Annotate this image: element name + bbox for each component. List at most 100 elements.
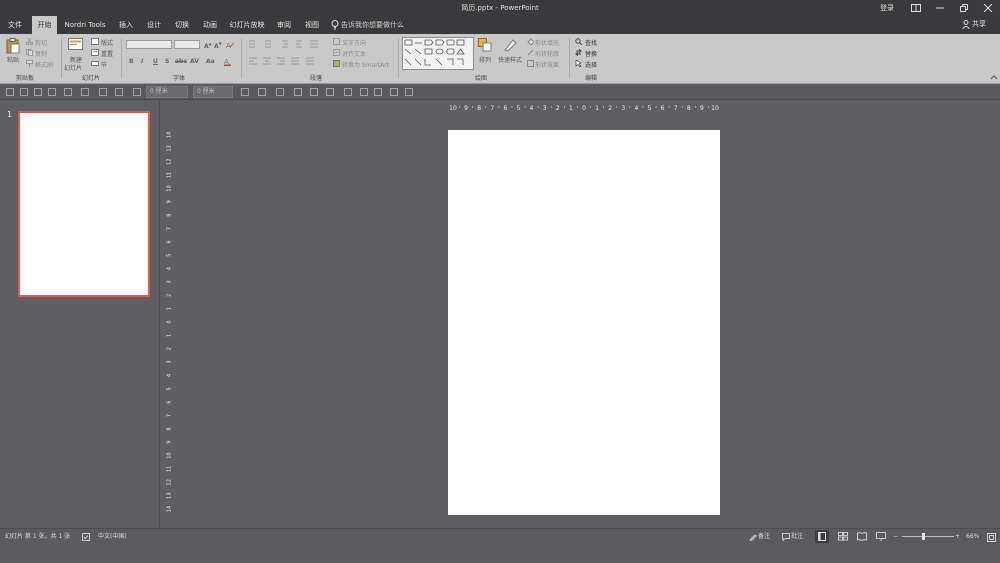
- shape-fill-button[interactable]: 形状填充: [535, 38, 559, 47]
- grow-font-icon[interactable]: A▲: [204, 41, 212, 50]
- convert-smartart-button[interactable]: 转换为 SmartArt: [342, 60, 389, 69]
- italic-button[interactable]: I: [141, 58, 143, 65]
- underline-button[interactable]: U: [153, 58, 158, 65]
- character-spacing-button[interactable]: AV: [190, 58, 199, 65]
- minimize-icon[interactable]: [928, 0, 952, 16]
- normal-view-icon[interactable]: [815, 530, 829, 543]
- eraser-icon[interactable]: [293, 87, 303, 97]
- format-painter-button[interactable]: 格式刷: [35, 60, 53, 69]
- shapes-gallery[interactable]: [402, 37, 474, 70]
- copy-button[interactable]: 复制: [35, 49, 47, 58]
- slide-sorter-icon[interactable]: [838, 532, 848, 541]
- ruler-tick-label: 4: [634, 105, 638, 112]
- fill-color-icon[interactable]: [114, 87, 124, 97]
- shadow-button[interactable]: S: [165, 58, 169, 65]
- circle-icon[interactable]: [389, 87, 399, 97]
- zoom-in-button[interactable]: +: [955, 532, 960, 542]
- tab-transitions[interactable]: 切换: [170, 16, 194, 34]
- section-button[interactable]: 节: [101, 60, 107, 69]
- align-icon[interactable]: [33, 87, 43, 97]
- tab-nordri-tools[interactable]: Nordri Tools: [62, 16, 108, 34]
- font-color-icon[interactable]: A: [224, 57, 232, 66]
- cut-button[interactable]: 剪切: [35, 38, 47, 47]
- more-icon[interactable]: [404, 87, 414, 97]
- slide-canvas[interactable]: [448, 130, 720, 515]
- collapse-ribbon-icon[interactable]: [990, 74, 998, 80]
- send-backward-icon[interactable]: [80, 87, 90, 97]
- share-button[interactable]: 共享: [962, 17, 994, 32]
- font-size-dropdown[interactable]: [174, 40, 200, 49]
- rotate-icon[interactable]: [19, 87, 29, 97]
- highlight-icon[interactable]: [343, 87, 353, 97]
- section-icon: [91, 60, 99, 67]
- zoom-out-button[interactable]: −: [893, 532, 898, 542]
- new-slide-button-line2[interactable]: 幻灯片: [64, 63, 82, 72]
- shape-style-icon[interactable]: [132, 87, 142, 97]
- arrange-icon[interactable]: [478, 38, 492, 52]
- spell-check-icon[interactable]: [82, 533, 90, 541]
- distribute-icon[interactable]: [47, 87, 57, 97]
- paste-icon[interactable]: [6, 38, 20, 54]
- arrange-button[interactable]: 排列: [479, 55, 491, 64]
- quick-styles-button[interactable]: 快速样式: [498, 55, 522, 64]
- shrink-font-icon[interactable]: A▼: [214, 41, 222, 50]
- fit-to-window-icon[interactable]: [987, 533, 996, 542]
- tab-review[interactable]: 审阅: [272, 16, 296, 34]
- new-slide-icon[interactable]: [68, 38, 83, 52]
- zoom-slider-track[interactable]: [902, 536, 954, 537]
- slide-thumbnail[interactable]: [18, 111, 150, 297]
- layout-button[interactable]: 版式: [101, 38, 113, 47]
- shape-effects-button[interactable]: 形状效果: [535, 60, 559, 69]
- font-name-dropdown[interactable]: [126, 40, 172, 49]
- shape-outline-button[interactable]: 形状轮廓: [535, 49, 559, 58]
- text-direction-button[interactable]: 文字方向: [342, 38, 366, 47]
- tab-file[interactable]: 文件: [3, 16, 27, 34]
- reading-view-icon[interactable]: [857, 532, 867, 541]
- pen-icon[interactable]: [275, 87, 285, 97]
- reset-button[interactable]: 重置: [101, 49, 113, 58]
- strikethrough-button[interactable]: abc: [175, 58, 187, 65]
- paste-button[interactable]: 粘贴: [7, 55, 19, 64]
- change-case-button[interactable]: Aa: [206, 58, 215, 65]
- clear-formatting-icon[interactable]: A: [226, 41, 234, 49]
- tab-design[interactable]: 设计: [142, 16, 166, 34]
- zoom-slider-thumb[interactable]: [921, 533, 925, 540]
- shape-icon[interactable]: [309, 87, 319, 97]
- person-icon: [962, 20, 970, 29]
- paragraph-group-label: 段落: [309, 75, 322, 82]
- restore-icon[interactable]: [952, 0, 976, 16]
- quick-styles-icon[interactable]: [503, 38, 517, 52]
- slideshow-icon[interactable]: [876, 532, 886, 541]
- close-icon[interactable]: [976, 0, 1000, 16]
- tab-view[interactable]: 视图: [300, 16, 324, 34]
- notes-button[interactable]: 备注: [758, 532, 770, 542]
- tab-home[interactable]: 开始: [32, 16, 57, 34]
- tell-me-search[interactable]: 告诉我你想要做什么: [341, 16, 411, 34]
- tab-insert[interactable]: 插入: [114, 16, 138, 34]
- copy-icon: [26, 49, 33, 56]
- select-button[interactable]: 选择: [585, 60, 597, 69]
- ribbon-display-options-icon[interactable]: [904, 0, 928, 16]
- align-text-button[interactable]: 对齐文本: [342, 49, 366, 58]
- group-icon[interactable]: [63, 87, 73, 97]
- crop-icon[interactable]: [373, 87, 383, 97]
- tab-animations[interactable]: 动画: [198, 16, 222, 34]
- bold-button[interactable]: B: [129, 58, 134, 65]
- group-divider: [121, 38, 122, 78]
- login-link[interactable]: 登录: [880, 0, 894, 16]
- link-icon[interactable]: [325, 87, 335, 97]
- comments-button[interactable]: 批注: [791, 532, 803, 542]
- lock-icon[interactable]: [5, 87, 15, 97]
- replace-button[interactable]: 替换: [585, 49, 597, 58]
- bring-forward-icon[interactable]: [98, 87, 108, 97]
- zoom-level[interactable]: 66%: [966, 532, 979, 542]
- find-button[interactable]: 查找: [585, 38, 597, 47]
- ruler-tick-label: 10: [167, 185, 173, 191]
- language-status[interactable]: 中文(中国): [98, 532, 127, 542]
- width-input[interactable]: 0 厘米: [193, 86, 233, 98]
- brush-icon[interactable]: [359, 87, 369, 97]
- font-color-small-icon[interactable]: [257, 87, 267, 97]
- tab-slideshow[interactable]: 幻灯片放映: [226, 16, 268, 34]
- height-input[interactable]: 0 厘米: [146, 86, 188, 98]
- text-direction-small-icon[interactable]: [240, 87, 250, 97]
